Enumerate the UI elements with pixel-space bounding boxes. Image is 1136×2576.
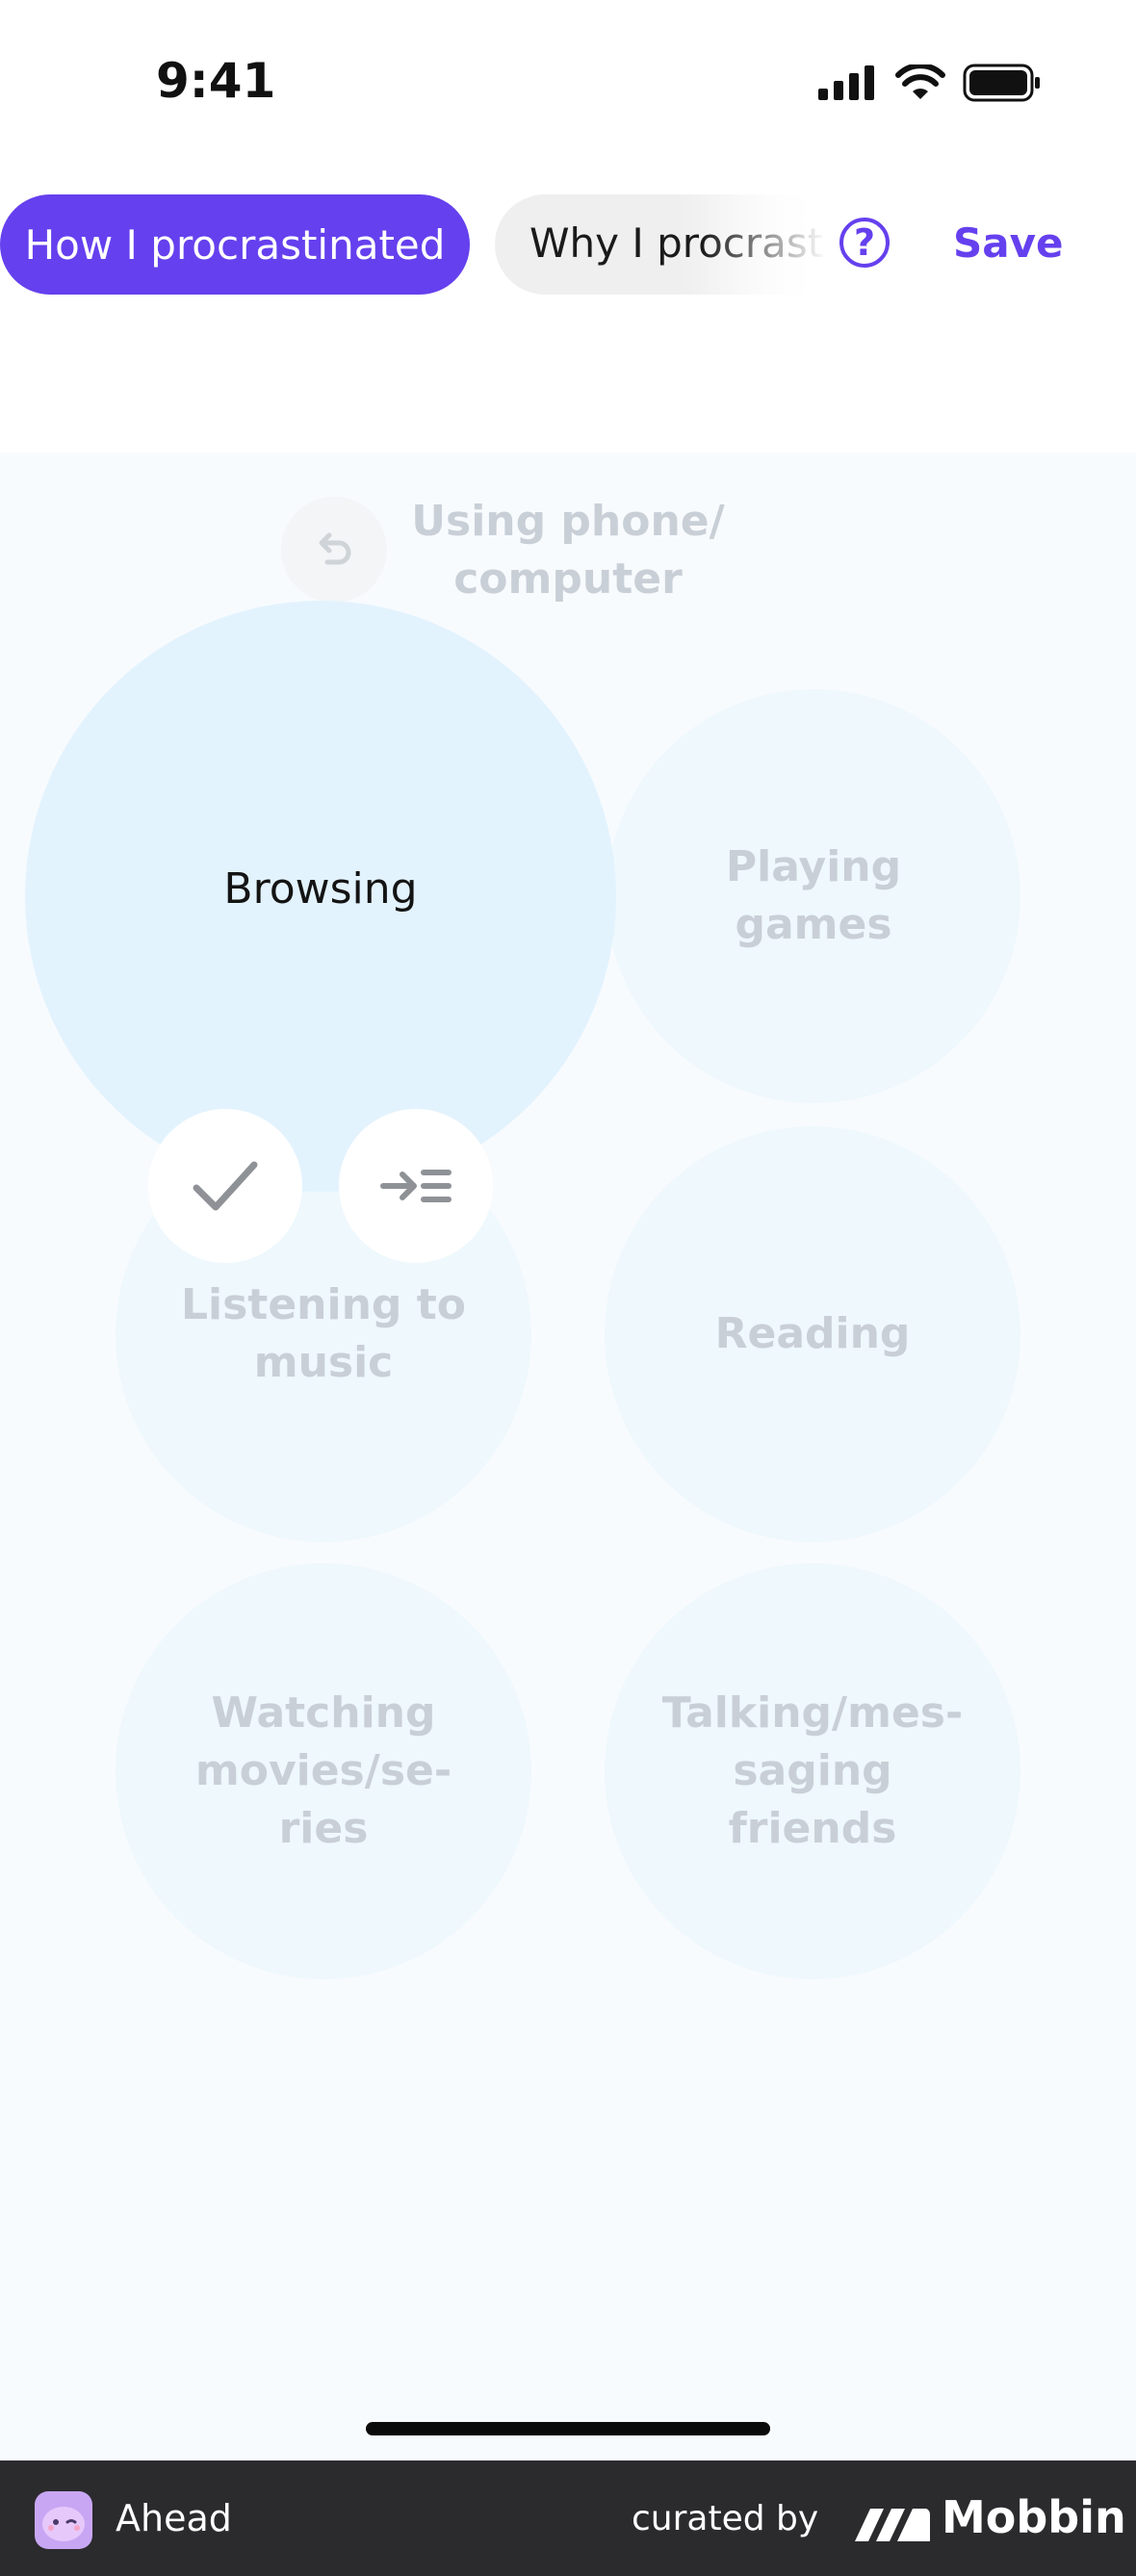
- undo-button[interactable]: [281, 497, 387, 603]
- undo-icon: [319, 532, 351, 565]
- home-indicator: [366, 2422, 770, 2435]
- wifi-icon: [895, 64, 945, 99]
- mobbin-logo-icon: [855, 2503, 932, 2545]
- bubble-label: Browsing: [223, 864, 418, 914]
- status-icons: [818, 64, 1042, 102]
- bubble-label: Listening to music: [181, 1280, 466, 1387]
- bubble-browsing[interactable]: Browsing: [25, 601, 616, 1192]
- app-face-icon: [42, 2507, 85, 2541]
- bubble-reading[interactable]: Reading: [605, 1126, 1020, 1542]
- check-icon: [193, 1161, 258, 1211]
- bubble-talking-messaging-friends[interactable]: Talking/mes- saging friends: [605, 1563, 1020, 1979]
- parent-category-label: Using phone/ computer: [411, 497, 725, 604]
- expand-icon: [380, 1170, 452, 1202]
- select-button[interactable]: [148, 1109, 302, 1263]
- bubble-watching-movies-series[interactable]: Watching movies/se- ries: [116, 1563, 531, 1979]
- tab-fade: [702, 194, 827, 295]
- bubble-playing-games[interactable]: Playing games: [607, 689, 1020, 1103]
- save-button[interactable]: Save: [953, 219, 1063, 267]
- help-icon: ?: [853, 221, 876, 264]
- mobbin-brand: Mobbin: [942, 2491, 1126, 2543]
- app-icon: [35, 2491, 92, 2549]
- bubble-label: Playing games: [725, 842, 902, 949]
- signal-icon: [818, 65, 874, 100]
- tab-why-i-procrastinated[interactable]: Why I procrastinated: [495, 194, 827, 295]
- tab-how-i-procrastinated[interactable]: How I procrastinated: [0, 194, 470, 295]
- curated-by-label: curated by: [632, 2499, 819, 2538]
- help-button[interactable]: ?: [839, 218, 890, 268]
- expand-button[interactable]: [339, 1109, 493, 1263]
- bubble-label: Watching movies/se- ries: [194, 1688, 452, 1853]
- tab-label: How I procrastinated: [24, 220, 446, 269]
- bubble-label: Reading: [714, 1309, 911, 1358]
- battery-icon: [963, 64, 1040, 102]
- status-time: 9:41: [156, 53, 276, 109]
- app-name: Ahead: [116, 2497, 232, 2539]
- bubble-label: Talking/mes- saging friends: [661, 1688, 964, 1853]
